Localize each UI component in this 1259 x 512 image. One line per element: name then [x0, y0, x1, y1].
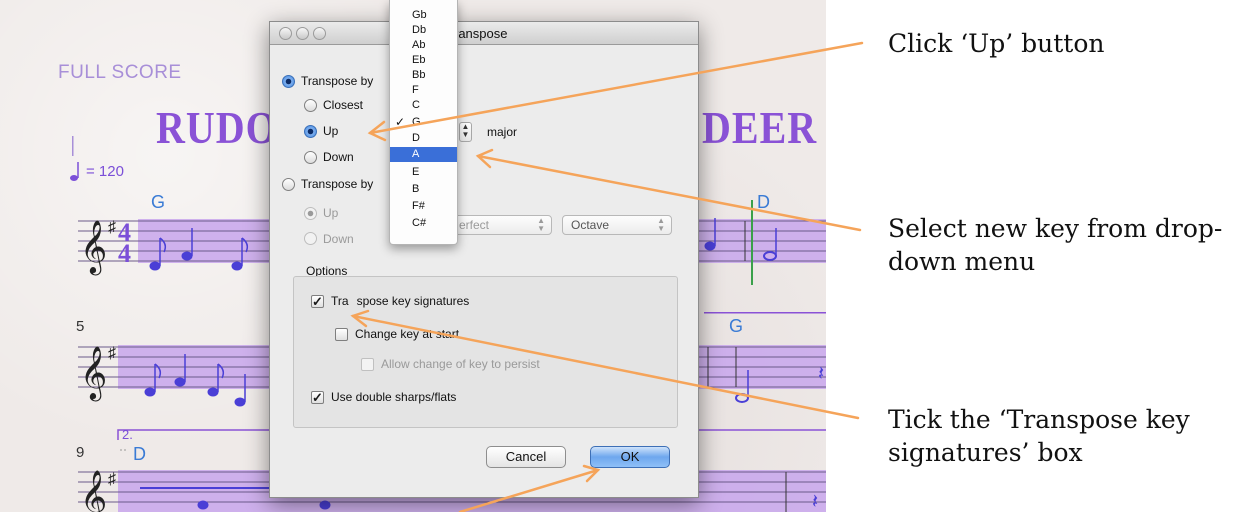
- annotation-tick-line2: signatures’ box: [888, 438, 1083, 467]
- annotation-tick-line1: Tick the ‘Transpose key: [888, 405, 1190, 434]
- annotation-select-key-line2: down menu: [888, 247, 1036, 276]
- annotation-select-key-line1: Select new key from drop-: [888, 214, 1223, 243]
- annotation-click-up: Click ‘Up’ button: [888, 29, 1105, 58]
